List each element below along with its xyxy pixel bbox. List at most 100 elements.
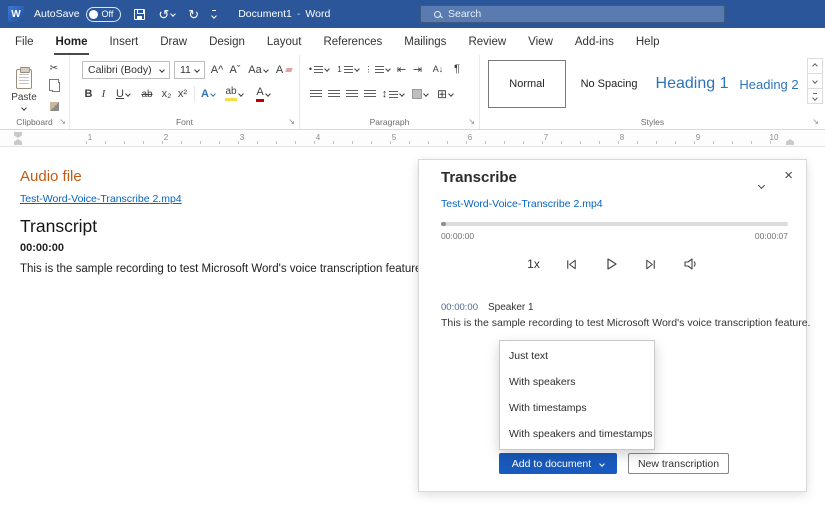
pane-audio-file-link[interactable]: Test-Word-Voice-Transcribe 2.mp4 bbox=[441, 198, 603, 210]
style-heading-1[interactable]: Heading 1 bbox=[652, 60, 732, 108]
increase-indent-button[interactable]: ⇥ bbox=[410, 61, 425, 77]
text-effects-button[interactable]: A bbox=[199, 86, 217, 102]
font-family-select[interactable]: Calibri (Body) bbox=[82, 61, 170, 79]
save-button[interactable] bbox=[134, 9, 145, 20]
autosave-toggle[interactable]: Off bbox=[86, 7, 122, 22]
skip-forward-button[interactable] bbox=[643, 257, 658, 272]
styles-scroll-up-button[interactable] bbox=[807, 58, 823, 74]
grow-font-button[interactable]: A^ bbox=[209, 61, 225, 79]
tab-home[interactable]: Home bbox=[45, 28, 99, 55]
underline-button[interactable]: U bbox=[112, 86, 134, 102]
shrink-font-button[interactable]: Aˇ bbox=[227, 61, 243, 79]
italic-icon: I bbox=[102, 88, 106, 100]
pane-close-button[interactable]: × bbox=[784, 167, 793, 184]
bullets-button[interactable]: • bbox=[306, 61, 332, 77]
audio-file-link[interactable]: Test-Word-Voice-Transcribe 2.mp4 bbox=[20, 193, 182, 205]
style-heading-2[interactable]: Heading 2 bbox=[736, 60, 802, 108]
volume-button[interactable] bbox=[682, 256, 698, 272]
copy-button[interactable] bbox=[45, 79, 63, 93]
ruler[interactable]: 1 2 3 4 5 6 7 8 9 10 bbox=[0, 130, 825, 147]
clipboard-dialog-launcher[interactable]: ↘ bbox=[59, 118, 66, 126]
change-case-button[interactable]: Aa bbox=[246, 61, 270, 79]
right-indent-marker[interactable] bbox=[786, 139, 794, 145]
italic-button[interactable]: I bbox=[98, 86, 109, 102]
search-icon bbox=[434, 11, 441, 18]
sort-button[interactable]: A↓ bbox=[428, 61, 448, 77]
paste-button[interactable]: Paste bbox=[7, 59, 41, 119]
shading-button[interactable] bbox=[410, 87, 430, 101]
playback-speed-button[interactable]: 1x bbox=[527, 257, 540, 271]
tab-add-ins[interactable]: Add-ins bbox=[564, 28, 625, 55]
align-right-button[interactable] bbox=[344, 87, 359, 101]
customize-quick-access-button[interactable] bbox=[212, 10, 216, 18]
tab-mailings[interactable]: Mailings bbox=[393, 28, 457, 55]
hanging-indent-marker[interactable] bbox=[14, 139, 22, 145]
add-to-document-button[interactable]: Add to document bbox=[499, 453, 617, 474]
font-color-button[interactable]: A bbox=[251, 86, 275, 102]
styles-scroll-down-button[interactable] bbox=[807, 73, 823, 89]
search-input[interactable]: Search bbox=[420, 5, 725, 23]
menu-item-just-text[interactable]: Just text bbox=[500, 343, 654, 369]
tab-review[interactable]: Review bbox=[457, 28, 517, 55]
styles-dialog-launcher[interactable]: ↘ bbox=[812, 118, 819, 126]
borders-button[interactable]: ⊞ bbox=[434, 87, 456, 101]
tab-layout[interactable]: Layout bbox=[256, 28, 313, 55]
tab-draw[interactable]: Draw bbox=[149, 28, 198, 55]
tab-help[interactable]: Help bbox=[625, 28, 671, 55]
superscript-button[interactable]: x² bbox=[175, 86, 190, 102]
undo-button[interactable]: ↺ bbox=[158, 8, 175, 21]
entry-text[interactable]: This is the sample recording to test Mic… bbox=[441, 317, 810, 329]
highlight-button[interactable]: ab bbox=[221, 86, 247, 102]
new-transcription-button[interactable]: New transcription bbox=[628, 453, 729, 474]
numbering-button[interactable]: 1 bbox=[335, 61, 361, 77]
font-dialog-launcher[interactable]: ↘ bbox=[288, 118, 295, 126]
font-family-value: Calibri (Body) bbox=[88, 64, 152, 76]
tab-file[interactable]: File bbox=[4, 28, 45, 55]
tab-insert[interactable]: Insert bbox=[98, 28, 149, 55]
skip-back-button[interactable] bbox=[564, 257, 579, 272]
first-line-indent-marker[interactable] bbox=[14, 132, 22, 138]
align-center-button[interactable] bbox=[326, 87, 341, 101]
highlight-icon: ab bbox=[225, 87, 236, 101]
word-window: W AutoSave Off ↺ ↻ Document1 - Word Sear… bbox=[0, 0, 825, 509]
subscript-button[interactable]: x₂ bbox=[159, 86, 174, 102]
clear-formatting-button[interactable]: A bbox=[273, 61, 295, 79]
playhead[interactable] bbox=[441, 222, 446, 226]
menu-item-with-speakers-and-timestamps[interactable]: With speakers and timestamps bbox=[500, 421, 654, 447]
justify-button[interactable] bbox=[362, 87, 377, 101]
align-left-button[interactable] bbox=[308, 87, 323, 101]
change-case-icon: Aa bbox=[248, 64, 261, 76]
format-painter-button[interactable] bbox=[45, 99, 63, 113]
show-formatting-marks-button[interactable]: ¶ bbox=[450, 61, 464, 77]
bold-button[interactable]: B bbox=[82, 86, 95, 102]
strikethrough-button[interactable]: ab bbox=[138, 86, 156, 102]
style-no-spacing[interactable]: No Spacing bbox=[570, 60, 648, 108]
ribbon-tabs: File Home Insert Draw Design Layout Refe… bbox=[0, 28, 825, 55]
chevron-down-icon bbox=[170, 11, 176, 17]
paragraph-dialog-launcher[interactable]: ↘ bbox=[468, 118, 475, 126]
borders-icon: ⊞ bbox=[437, 87, 447, 101]
multilevel-list-button[interactable]: ⋮ bbox=[364, 61, 390, 77]
tab-design[interactable]: Design bbox=[198, 28, 256, 55]
transcript-entry-header: 00:00:00 Speaker 1 bbox=[441, 302, 534, 313]
autosave-label: AutoSave bbox=[34, 8, 80, 20]
play-button[interactable] bbox=[603, 256, 619, 272]
tab-references[interactable]: References bbox=[312, 28, 393, 55]
bullets-icon: • bbox=[309, 64, 312, 74]
entry-speaker[interactable]: Speaker 1 bbox=[488, 302, 534, 313]
decrease-indent-button[interactable]: ⇤ bbox=[394, 61, 409, 77]
font-size-select[interactable]: 11 bbox=[174, 61, 205, 79]
entry-timestamp[interactable]: 00:00:00 bbox=[441, 302, 478, 313]
add-to-document-menu: Just text With speakers With timestamps … bbox=[499, 340, 655, 450]
styles-gallery-expand-button[interactable] bbox=[807, 88, 823, 104]
playback-progress-bar[interactable] bbox=[441, 222, 788, 226]
chevron-down-icon bbox=[812, 95, 818, 101]
style-normal[interactable]: Normal bbox=[488, 60, 566, 108]
tab-view[interactable]: View bbox=[517, 28, 564, 55]
menu-item-with-speakers[interactable]: With speakers bbox=[500, 369, 654, 395]
redo-button[interactable]: ↻ bbox=[188, 8, 199, 21]
cut-button[interactable]: ✂ bbox=[45, 61, 63, 75]
line-spacing-button[interactable]: ↕ bbox=[381, 87, 405, 101]
menu-item-with-timestamps[interactable]: With timestamps bbox=[500, 395, 654, 421]
pane-collapse-button[interactable] bbox=[759, 175, 764, 193]
